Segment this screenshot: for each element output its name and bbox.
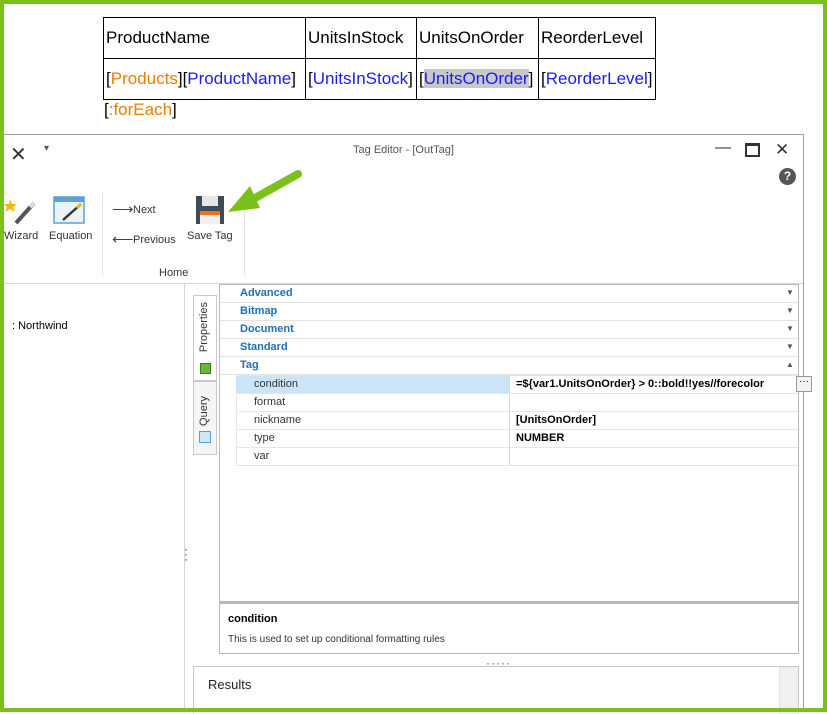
- tab-query[interactable]: Query: [193, 381, 217, 455]
- property-value-input[interactable]: =${var1.UnitsOnOrder} > 0::bold!!yes//fo…: [512, 376, 800, 393]
- previous-button[interactable]: ⟵ Previous: [112, 231, 182, 249]
- maximize-icon[interactable]: [745, 143, 760, 157]
- header-cell[interactable]: ReorderLevel: [538, 17, 656, 59]
- property-name: format: [236, 394, 510, 411]
- query-pencil-icon: [199, 431, 211, 443]
- splitter-handle[interactable]: · · ·: [184, 543, 188, 565]
- header-cell[interactable]: ProductName: [103, 17, 306, 59]
- ribbon: Wizard Equation ⟶ Next ⟵ Previous Save T…: [4, 187, 803, 284]
- foreach-tag-text: :forEach: [108, 100, 173, 119]
- wizard-label: Wizard: [4, 230, 39, 242]
- document-table: ProductName UnitsInStock UnitsOnOrder Re…: [103, 17, 656, 100]
- table-header-row: ProductName UnitsInStock UnitsOnOrder Re…: [103, 17, 656, 59]
- annotation-arrow-icon: [228, 170, 302, 212]
- equation-icon: [53, 196, 85, 224]
- expand-arrow-icon[interactable]: ▼: [786, 288, 794, 297]
- arrow-left-icon: ⟵: [112, 231, 134, 248]
- save-tag-label: Save Tag: [187, 230, 233, 242]
- help-button[interactable]: ?: [779, 168, 796, 185]
- reorder-level-field-text: ReorderLevel: [545, 69, 648, 88]
- data-tree-panel: : Northwind: [4, 284, 185, 713]
- property-row-nickname[interactable]: nickname [UnitsOnOrder]: [236, 411, 798, 429]
- category-label: Document: [240, 323, 294, 335]
- foreach-tag[interactable]: [:forEach]: [104, 100, 177, 120]
- tag-editor-window: ✕ ▾ Tag Editor - [OutTag] — ✕ ? Wizard E…: [4, 134, 812, 714]
- query-tab-label: Query: [198, 396, 210, 426]
- property-description-panel: condition This is used to set up conditi…: [219, 602, 799, 654]
- units-in-stock-tag-cell[interactable]: [UnitsInStock]: [305, 58, 417, 100]
- category-advanced[interactable]: Advanced ▼: [220, 285, 798, 303]
- wizard-button[interactable]: Wizard: [4, 195, 44, 245]
- expand-arrow-icon[interactable]: ▼: [786, 306, 794, 315]
- grid-indent-strip: [220, 375, 237, 465]
- products-tag-text: Products: [110, 69, 178, 88]
- category-bitmap[interactable]: Bitmap ▼: [220, 303, 798, 321]
- bracket: ]: [528, 69, 534, 88]
- property-row-format[interactable]: format: [236, 393, 798, 411]
- category-standard[interactable]: Standard ▼: [220, 339, 798, 357]
- bracket: ]: [647, 69, 653, 88]
- property-value-input[interactable]: NUMBER: [512, 430, 800, 447]
- category-tag[interactable]: Tag ▲: [220, 357, 798, 375]
- property-row-type[interactable]: type NUMBER: [236, 429, 798, 447]
- header-cell[interactable]: UnitsInStock: [305, 17, 417, 59]
- window-title: Tag Editor - [OutTag]: [353, 144, 454, 156]
- properties-grid-icon: [200, 363, 211, 374]
- units-on-order-tag-cell[interactable]: [UnitsOnOrder]: [416, 58, 539, 100]
- property-name: nickname: [236, 412, 510, 429]
- minimize-icon[interactable]: —: [715, 139, 731, 157]
- datasource-node[interactable]: : Northwind: [12, 320, 68, 332]
- next-label: Next: [133, 204, 156, 216]
- bracket: ]: [408, 69, 413, 88]
- category-document[interactable]: Document ▼: [220, 321, 798, 339]
- property-name: type: [236, 430, 510, 447]
- expand-arrow-icon[interactable]: ▼: [786, 324, 794, 333]
- previous-label: Previous: [133, 234, 176, 246]
- tab-properties[interactable]: Properties: [193, 295, 217, 381]
- equation-button[interactable]: Equation: [48, 195, 98, 245]
- units-in-stock-field-text: UnitsInStock: [312, 69, 409, 88]
- product-name-tag-cell[interactable]: [Products][ProductName]: [103, 58, 306, 100]
- category-label: Advanced: [240, 287, 293, 299]
- collapse-arrow-icon[interactable]: ▲: [786, 360, 794, 369]
- wizard-wand-icon: [4, 199, 36, 225]
- ribbon-separator: [102, 193, 103, 275]
- arrow-right-icon: ⟶: [112, 201, 134, 218]
- category-label: Tag: [240, 359, 259, 371]
- units-on-order-field-text: UnitsOnOrder: [423, 69, 529, 88]
- next-button[interactable]: ⟶ Next: [112, 201, 172, 219]
- property-value-input[interactable]: [512, 394, 800, 411]
- property-value-input[interactable]: [UnitsOnOrder]: [512, 412, 800, 429]
- property-grid: Advanced ▼ Bitmap ▼ Document ▼ Standard …: [219, 284, 812, 602]
- title-bar: ✕ ▾ Tag Editor - [OutTag] — ✕: [4, 135, 803, 167]
- property-name: condition: [236, 376, 510, 393]
- category-label: Standard: [240, 341, 288, 353]
- properties-tab-label: Properties: [198, 302, 210, 353]
- bracket: ]: [172, 100, 177, 119]
- category-label: Bitmap: [240, 305, 278, 317]
- product-name-field-text: ProductName: [187, 69, 292, 88]
- equation-label: Equation: [49, 230, 93, 242]
- window-close-icon[interactable]: ✕: [775, 140, 789, 160]
- property-name: var: [236, 448, 510, 465]
- bracket: ]: [291, 69, 296, 88]
- description-title: condition: [228, 613, 278, 625]
- property-row-condition[interactable]: condition =${var1.UnitsOnOrder} > 0::bol…: [236, 375, 812, 393]
- results-panel: Results: [193, 666, 799, 714]
- results-label: Results: [208, 677, 252, 692]
- reorder-level-tag-cell[interactable]: [ReorderLevel]: [538, 58, 656, 100]
- table-row: [Products][ProductName] [UnitsInStock] […: [103, 58, 656, 100]
- ribbon-group-label: Home: [159, 267, 189, 279]
- header-cell[interactable]: UnitsOnOrder: [416, 17, 539, 59]
- description-text: This is used to set up conditional forma…: [228, 634, 445, 645]
- property-row-var[interactable]: var: [236, 447, 798, 466]
- property-value-input[interactable]: [512, 448, 800, 465]
- results-scrollbar[interactable]: [779, 667, 798, 714]
- expand-arrow-icon[interactable]: ▼: [786, 342, 794, 351]
- ellipsis-button[interactable]: ···: [796, 376, 812, 392]
